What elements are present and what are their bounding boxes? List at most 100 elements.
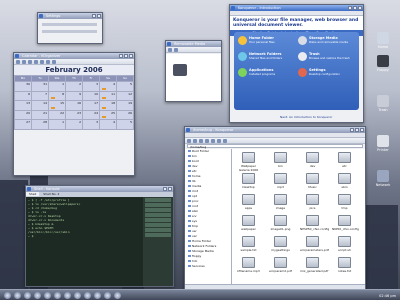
konqueror-launcher-icon[interactable] bbox=[24, 291, 31, 299]
calendar-day-cell[interactable]: 7 bbox=[32, 91, 48, 100]
file-item[interactable]: etc bbox=[332, 152, 357, 168]
minimize-icon[interactable] bbox=[348, 6, 352, 10]
folder-tree[interactable]: Root Folder bin boot dev etc home lib media mnt o… bbox=[185, 149, 232, 285]
desktop-switch-icon[interactable] bbox=[14, 291, 21, 299]
calendar-day-cell[interactable]: 30 bbox=[15, 82, 31, 91]
calendar-day-cell[interactable]: 10 bbox=[83, 91, 99, 100]
zoom-out-icon[interactable] bbox=[223, 139, 227, 143]
calendar-day-cell[interactable]: 3 bbox=[83, 82, 99, 91]
file-item[interactable]: Desktop bbox=[236, 173, 261, 189]
calendar-day-cell[interactable]: 19 bbox=[117, 101, 133, 110]
calendar-day-cell[interactable]: 23 bbox=[66, 110, 82, 119]
file-item[interactable]: bin bbox=[268, 152, 293, 168]
terminal-launcher-icon[interactable] bbox=[44, 291, 51, 299]
calendar-day-cell[interactable]: 5 bbox=[117, 82, 133, 91]
help-launcher-icon[interactable] bbox=[94, 291, 101, 299]
close-icon[interactable] bbox=[97, 14, 101, 18]
calendar-window[interactable]: Calendar - KOrganizer February 2006 Mo Tu… bbox=[13, 52, 135, 176]
zoom-in-icon[interactable] bbox=[217, 139, 221, 143]
desktop-icon-network[interactable]: Network bbox=[372, 170, 394, 187]
home-launcher-icon[interactable] bbox=[34, 291, 41, 299]
tab-shell[interactable]: Shell bbox=[26, 192, 40, 196]
month-view-icon[interactable] bbox=[52, 60, 56, 64]
file-item[interactable]: tmp bbox=[332, 194, 357, 210]
calendar-day-cell[interactable]: 28 bbox=[32, 120, 48, 129]
calendar-day-cell[interactable]: 4 bbox=[100, 120, 116, 129]
calendar-day-cell[interactable]: 15 bbox=[49, 101, 65, 110]
file-item[interactable]: mix_generated.pdf bbox=[300, 257, 328, 273]
calendar-day-cell[interactable]: 31 bbox=[32, 82, 48, 91]
calendar-day-cell[interactable]: 18 bbox=[100, 101, 116, 110]
today-icon[interactable] bbox=[34, 60, 38, 64]
maximize-icon[interactable] bbox=[124, 54, 128, 58]
week-view-icon[interactable] bbox=[46, 60, 50, 64]
media-launcher-icon[interactable] bbox=[74, 291, 81, 299]
file-item[interactable]: dev bbox=[300, 152, 325, 168]
up-icon[interactable] bbox=[199, 139, 203, 143]
new-event-icon[interactable] bbox=[16, 60, 20, 64]
file-item[interactable]: script.sh bbox=[332, 236, 357, 252]
kmenu-icon[interactable] bbox=[4, 291, 11, 299]
calendar-day-cell[interactable]: 1 bbox=[49, 120, 65, 129]
settings-titlebar[interactable]: Settings bbox=[38, 13, 102, 19]
next-link[interactable]: Next: An Introduction to Konqueror bbox=[280, 115, 332, 119]
desktop-icon-floppy[interactable]: Floppy bbox=[372, 55, 394, 72]
settings-launcher-icon[interactable] bbox=[84, 291, 91, 299]
trash-launcher-icon[interactable] bbox=[114, 291, 121, 299]
calendar-day-cell[interactable]: 21 bbox=[32, 110, 48, 119]
window-controls[interactable] bbox=[350, 128, 364, 132]
calendar-day-cell[interactable]: 3 bbox=[83, 120, 99, 129]
calendar-day-cell[interactable]: 25 bbox=[100, 110, 116, 119]
file-item[interactable]: NNI50_cfso.config bbox=[332, 215, 359, 231]
window-controls[interactable] bbox=[92, 14, 101, 18]
konqueror-titlebar[interactable]: Konqueror - Introduction bbox=[230, 5, 363, 11]
taskbar-clock[interactable]: 02:46 pm bbox=[379, 294, 396, 298]
home-icon[interactable] bbox=[211, 139, 215, 143]
window-controls[interactable] bbox=[119, 54, 133, 58]
calendar-day-cell[interactable]: 22 bbox=[49, 110, 65, 119]
file-item[interactable]: sbin bbox=[332, 173, 357, 189]
media-window[interactable]: Removable Media bbox=[165, 40, 222, 102]
file-item[interactable]: image01.png bbox=[268, 215, 293, 231]
maximize-icon[interactable] bbox=[353, 6, 357, 10]
file-item[interactable]: notes.txt bbox=[332, 257, 357, 273]
calendar-day-cell[interactable]: 16 bbox=[66, 101, 82, 110]
forward-icon[interactable] bbox=[193, 139, 197, 143]
close-icon[interactable] bbox=[360, 128, 364, 132]
window-controls[interactable] bbox=[163, 187, 172, 191]
calendar-day-cell[interactable]: 20 bbox=[15, 110, 31, 119]
minimize-icon[interactable] bbox=[92, 14, 96, 18]
desktop-icon-home[interactable]: Home bbox=[372, 32, 394, 49]
back-icon[interactable] bbox=[22, 60, 26, 64]
file-item[interactable]: pics bbox=[300, 194, 325, 210]
slider-track[interactable] bbox=[42, 30, 97, 33]
calendar-day-cell[interactable]: 2 bbox=[66, 120, 82, 129]
desktop-icon-trash[interactable]: Trash bbox=[372, 95, 394, 112]
calendar-day-cell[interactable]: 9 bbox=[66, 91, 82, 100]
calendar-launcher-icon[interactable] bbox=[104, 291, 111, 299]
reload-icon[interactable] bbox=[205, 139, 209, 143]
calendar-titlebar[interactable]: Calendar - KOrganizer bbox=[14, 53, 134, 59]
file-item[interactable]: NPSP50_cfso.config bbox=[300, 215, 329, 231]
file-item[interactable]: Music bbox=[300, 173, 325, 189]
browser-launcher-icon[interactable] bbox=[64, 291, 71, 299]
media-titlebar[interactable]: Removable Media bbox=[166, 41, 221, 47]
calendar-day-cell[interactable]: 13 bbox=[15, 101, 31, 110]
file-item[interactable]: Wallpaper Galeria 2006 bbox=[236, 152, 261, 172]
konqueror-intro-window[interactable]: Konqueror - Introduction Konqueror is yo… bbox=[229, 4, 364, 123]
minimize-icon[interactable] bbox=[119, 54, 123, 58]
close-icon[interactable] bbox=[129, 54, 133, 58]
file-item[interactable]: image bbox=[268, 194, 293, 210]
calendar-day-cell[interactable]: 11 bbox=[100, 91, 116, 100]
calendar-day-cell[interactable]: 8 bbox=[49, 91, 65, 100]
location-bar[interactable]: /home/bug bbox=[187, 144, 363, 149]
file-item[interactable]: sample.txt bbox=[236, 236, 261, 252]
minimize-icon[interactable] bbox=[350, 128, 354, 132]
file-item[interactable]: ericparam2.pdf bbox=[268, 257, 293, 273]
settings-window[interactable]: Settings bbox=[37, 12, 103, 44]
calendar-day-cell[interactable]: 24 bbox=[83, 110, 99, 119]
file-item[interactable]: ericparameters.pdf bbox=[300, 236, 329, 252]
file-item[interactable]: kfilename.mp3 bbox=[236, 257, 261, 273]
file-item[interactable]: mygsettings bbox=[268, 236, 293, 252]
minimize-icon[interactable] bbox=[163, 187, 167, 191]
